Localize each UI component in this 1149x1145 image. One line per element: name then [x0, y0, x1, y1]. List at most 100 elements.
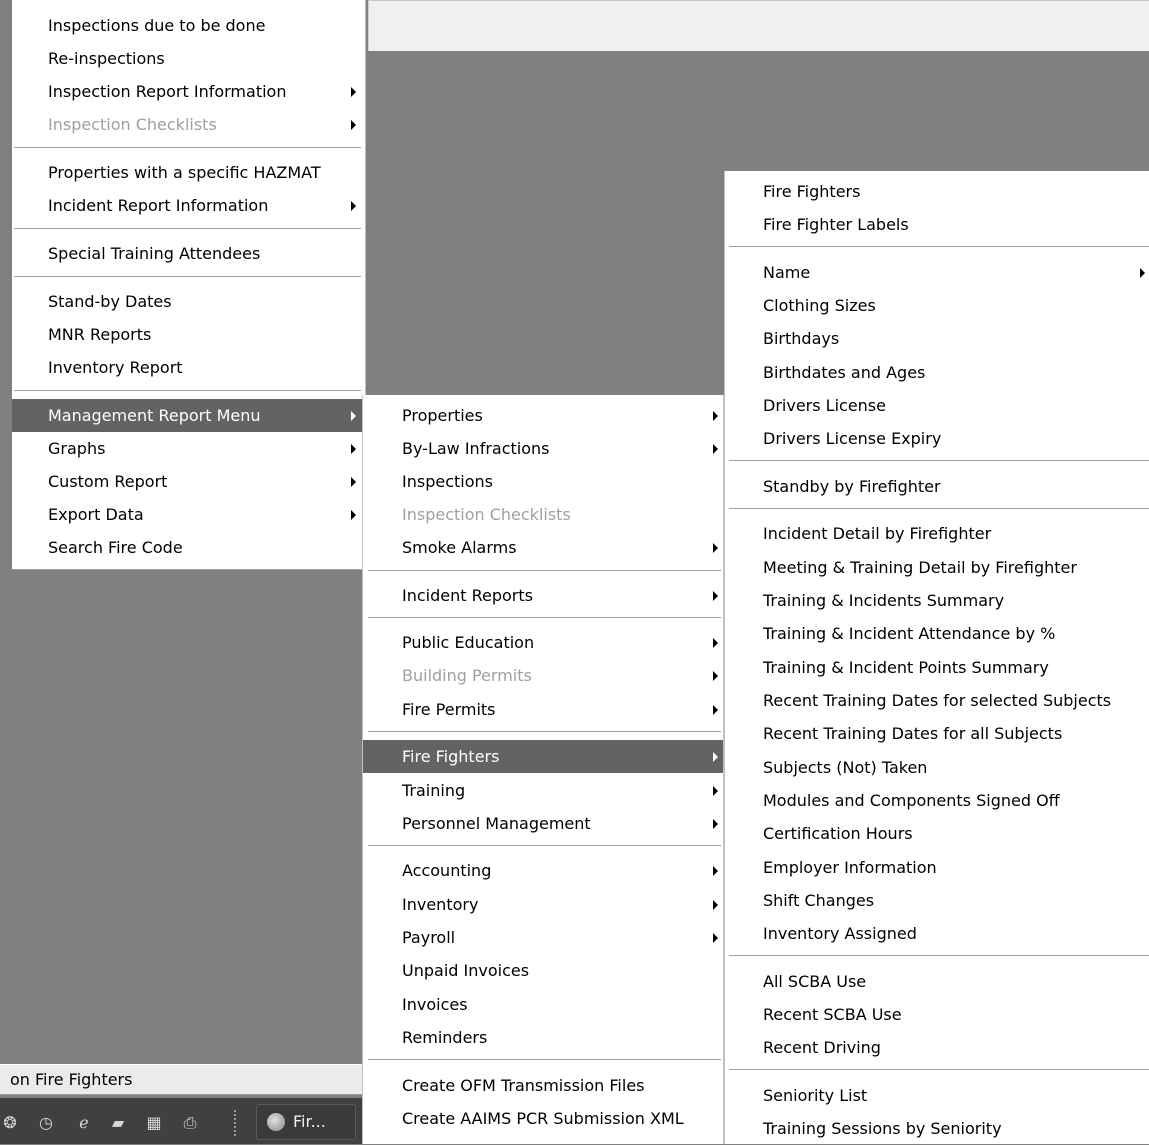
menu-item-re-inspections[interactable]: Re-inspections	[12, 42, 365, 75]
menu-separator	[14, 147, 361, 149]
menu-item-ff-recent-training-selected[interactable]: Recent Training Dates for selected Subje…	[725, 684, 1149, 717]
menu-item-ff-drivers-license-expiry[interactable]: Drivers License Expiry	[725, 422, 1149, 455]
menu-item-create-aaims-xml[interactable]: Create AAIMS PCR Submission XML	[363, 1102, 723, 1135]
menu-item-ff-meeting-training-detail[interactable]: Meeting & Training Detail by Firefighter	[725, 551, 1149, 584]
clock-icon[interactable]: ◷	[36, 1114, 56, 1132]
menu-item-accounting[interactable]: Accounting	[363, 854, 723, 887]
menu-separator	[368, 845, 721, 847]
menu-item-label: Building Permits	[402, 666, 532, 685]
taskbar-task-button[interactable]: Fir...	[256, 1104, 356, 1140]
menu-item-properties[interactable]: Properties	[363, 399, 723, 432]
menu-item-fire-permits[interactable]: Fire Permits	[363, 693, 723, 726]
menu-item-ff-clothing-sizes[interactable]: Clothing Sizes	[725, 289, 1149, 322]
menu-item-invoices[interactable]: Invoices	[363, 988, 723, 1021]
menu-item-ff-attendance-percent[interactable]: Training & Incident Attendance by %	[725, 617, 1149, 650]
submenu-arrow-icon	[713, 900, 718, 910]
menu-item-by-law-infractions[interactable]: By-Law Infractions	[363, 432, 723, 465]
menu-item-label: Inventory Assigned	[763, 924, 917, 943]
menu-item-inspection-report-information[interactable]: Inspection Report Information	[12, 75, 365, 108]
menu-item-ff-shift-changes[interactable]: Shift Changes	[725, 884, 1149, 917]
menu-item-smoke-alarms[interactable]: Smoke Alarms	[363, 531, 723, 564]
menu-item-stand-by-dates[interactable]: Stand-by Dates	[12, 285, 365, 318]
menu-item-label: Payroll	[402, 928, 456, 947]
menu-item-reminders[interactable]: Reminders	[363, 1021, 723, 1054]
menu-item-ff-recent-driving[interactable]: Recent Driving	[725, 1031, 1149, 1064]
status-bar: on Fire Fighters	[0, 1064, 362, 1095]
submenu-arrow-icon	[713, 866, 718, 876]
menu-item-ff-all-scba-use[interactable]: All SCBA Use	[725, 965, 1149, 998]
menu-item-personnel-management[interactable]: Personnel Management	[363, 807, 723, 840]
menu-item-label: Recent Training Dates for all Subjects	[763, 724, 1063, 743]
pkg-icon[interactable]: ▦	[144, 1114, 164, 1132]
menu-item-ff-certification-hours[interactable]: Certification Hours	[725, 817, 1149, 850]
app-icon	[267, 1113, 285, 1131]
menu-item-label: Fire Permits	[402, 700, 496, 719]
menu-item-ff-employer-information[interactable]: Employer Information	[725, 851, 1149, 884]
menu-item-inspections[interactable]: Inspections	[363, 465, 723, 498]
menu-item-ff-recent-scba-use[interactable]: Recent SCBA Use	[725, 998, 1149, 1031]
menu-item-ff-training-incidents-summary[interactable]: Training & Incidents Summary	[725, 584, 1149, 617]
menu-item-inventory[interactable]: Inventory	[363, 888, 723, 921]
menu-item-label: Training & Incident Points Summary	[763, 658, 1049, 677]
menu-separator	[14, 276, 361, 278]
menu-item-incident-reports[interactable]: Incident Reports	[363, 579, 723, 612]
printer-icon[interactable]: ⎙	[180, 1114, 200, 1132]
menu-item-label: Accounting	[402, 861, 492, 880]
menu-item-fire-fighters[interactable]: Fire Fighters	[363, 740, 723, 773]
menu-item-ff-standby[interactable]: Standby by Firefighter	[725, 470, 1149, 503]
menu-item-ff-subjects-not-taken[interactable]: Subjects (Not) Taken	[725, 751, 1149, 784]
menu-item-label: Training Sessions by Seniority	[763, 1119, 1002, 1138]
menu-item-incident-report-information[interactable]: Incident Report Information	[12, 189, 365, 222]
menu-item-ff-name[interactable]: Name	[725, 256, 1149, 289]
menu-item-training[interactable]: Training	[363, 774, 723, 807]
menu-item-properties-hazmat[interactable]: Properties with a specific HAZMAT	[12, 156, 365, 189]
menu-item-label: Seniority List	[763, 1086, 868, 1105]
menu-item-public-education[interactable]: Public Education	[363, 626, 723, 659]
menu-item-inventory-report[interactable]: Inventory Report	[12, 351, 365, 384]
menu-item-ff-birthdays[interactable]: Birthdays	[725, 322, 1149, 355]
menu-item-ff-seniority-list[interactable]: Seniority List	[725, 1079, 1149, 1112]
menu-item-unpaid-invoices[interactable]: Unpaid Invoices	[363, 954, 723, 987]
menu-item-mnr-reports[interactable]: MNR Reports	[12, 318, 365, 351]
submenu-arrow-icon	[713, 933, 718, 943]
task-label: Fir...	[293, 1112, 326, 1131]
menu-item-ff-birthdates-ages[interactable]: Birthdates and Ages	[725, 356, 1149, 389]
menu-item-ff-recent-training-all[interactable]: Recent Training Dates for all Subjects	[725, 717, 1149, 750]
menu-item-inspections-due[interactable]: Inspections due to be done	[12, 9, 365, 42]
menu-item-ff-training-sessions-seniority[interactable]: Training Sessions by Seniority	[725, 1112, 1149, 1145]
menu-item-custom-report[interactable]: Custom Report	[12, 465, 365, 498]
menu-item-label: Fire Fighters	[402, 747, 500, 766]
menu-item-management-report-menu[interactable]: Management Report Menu	[12, 399, 365, 432]
menu-item-ff-inventory-assigned[interactable]: Inventory Assigned	[725, 917, 1149, 950]
menu-item-label: Training	[402, 781, 466, 800]
menu-item-building-permits[interactable]: Building Permits	[363, 659, 723, 692]
menu-separator	[368, 731, 721, 733]
menu-separator	[368, 617, 721, 619]
menu-item-export-data[interactable]: Export Data	[12, 498, 365, 531]
menu-item-label: By-Law Infractions	[402, 439, 550, 458]
menu-item-label: Special Training Attendees	[48, 244, 261, 263]
menu-item-ff-fire-fighters[interactable]: Fire Fighters	[725, 175, 1149, 208]
menu-item-ff-incident-detail[interactable]: Incident Detail by Firefighter	[725, 517, 1149, 550]
menu-item-special-training-attendees[interactable]: Special Training Attendees	[12, 237, 365, 270]
ie-icon[interactable]: ℯ	[74, 1114, 94, 1132]
menu-item-create-ofm-files[interactable]: Create OFM Transmission Files	[363, 1069, 723, 1102]
menu-item-ff-points-summary[interactable]: Training & Incident Points Summary	[725, 651, 1149, 684]
menu-item-graphs[interactable]: Graphs	[12, 432, 365, 465]
menu-separator	[729, 460, 1149, 462]
menu-item-label: Drivers License Expiry	[763, 429, 942, 448]
menu-item-ff-drivers-license[interactable]: Drivers License	[725, 389, 1149, 422]
menu-item-ff-labels[interactable]: Fire Fighter Labels	[725, 208, 1149, 241]
firefox-icon[interactable]: ❂	[0, 1114, 20, 1132]
menu-item-ff-modules-signed-off[interactable]: Modules and Components Signed Off	[725, 784, 1149, 817]
menu-item-label: Certification Hours	[763, 824, 913, 843]
menu-item-label: Export Data	[48, 505, 144, 524]
menu-item-label: Meeting & Training Detail by Firefighter	[763, 558, 1077, 577]
menu-item-search-fire-code[interactable]: Search Fire Code	[12, 531, 365, 564]
document-icon[interactable]: ▰	[108, 1114, 128, 1132]
menu-item-inspection-checklists-sub[interactable]: Inspection Checklists	[363, 498, 723, 531]
menu-item-label: Graphs	[48, 439, 106, 458]
submenu-arrow-icon	[351, 201, 356, 211]
menu-item-payroll[interactable]: Payroll	[363, 921, 723, 954]
menu-item-inspection-checklists[interactable]: Inspection Checklists	[12, 108, 365, 141]
